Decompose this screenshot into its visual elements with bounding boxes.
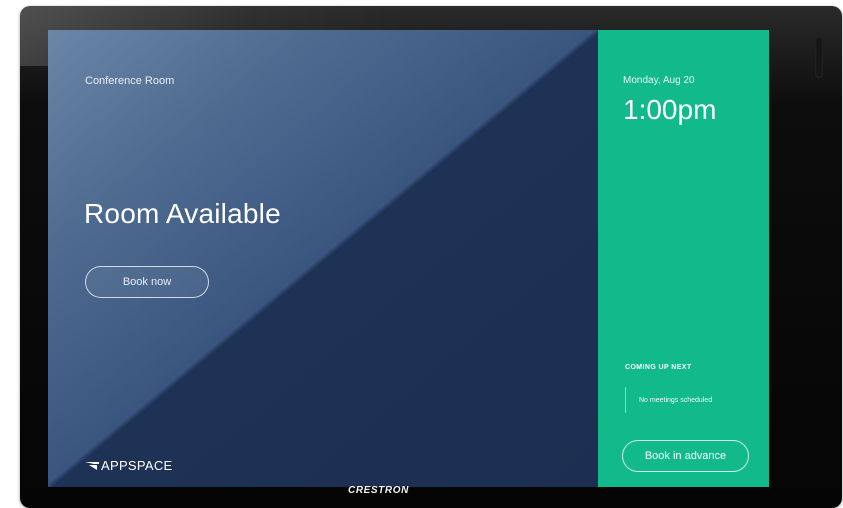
book-now-button[interactable]: Book now xyxy=(85,266,209,298)
appspace-logo-text: APPSPACE xyxy=(101,458,173,473)
book-in-advance-button[interactable]: Book in advance xyxy=(622,440,749,472)
room-name: Conference Room xyxy=(85,75,175,87)
schedule-panel: Monday, Aug 20 1:00pm COMING UP NEXT No … xyxy=(598,30,769,487)
touch-screen: Conference Room Room Available Book now … xyxy=(48,30,769,487)
tablet-device: Conference Room Room Available Book now … xyxy=(20,6,842,508)
appspace-logo: APPSPACE xyxy=(85,458,173,473)
appspace-logo-icon xyxy=(85,461,99,470)
proximity-sensor xyxy=(815,36,823,78)
room-status-title: Room Available xyxy=(84,198,281,229)
room-status-panel: Conference Room Room Available Book now … xyxy=(48,30,598,487)
current-date: Monday, Aug 20 xyxy=(623,75,695,86)
coming-up-next-heading: COMING UP NEXT xyxy=(625,364,692,371)
current-time: 1:00pm xyxy=(623,94,717,125)
crestron-brand-label: CRESTRON xyxy=(348,485,409,496)
upcoming-meeting-text: No meetings scheduled xyxy=(639,396,713,404)
upcoming-meeting-item: No meetings scheduled xyxy=(625,387,756,413)
